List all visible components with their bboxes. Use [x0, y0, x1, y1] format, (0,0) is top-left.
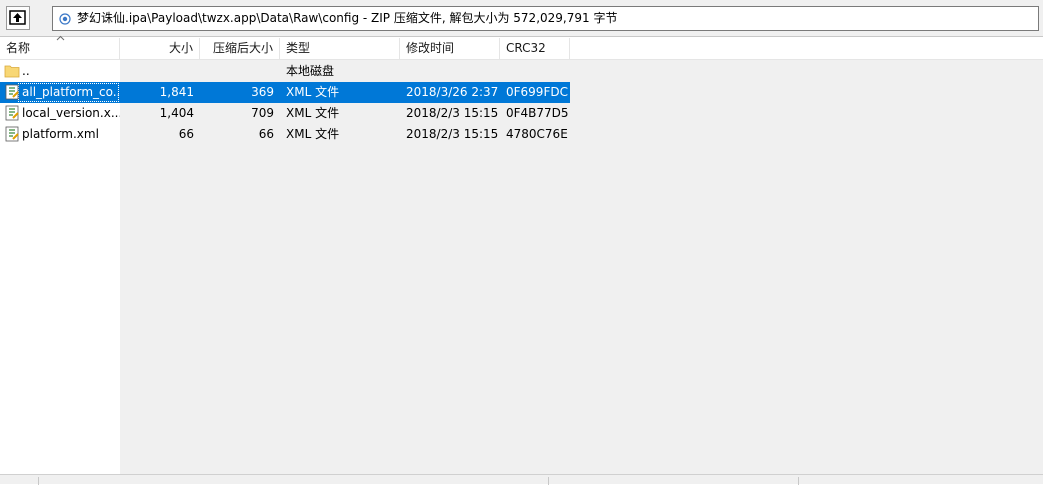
file-packed-size: 66 — [258, 127, 274, 141]
file-name: platform.xml — [22, 127, 99, 141]
list-item-selected[interactable]: all_platform_co... 1,841 369 XML 文件 2018… — [0, 82, 570, 103]
file-modified: 2018/3/26 2:37 — [406, 85, 499, 99]
file-size: 66 — [178, 127, 194, 141]
file-crc — [500, 61, 570, 82]
file-modified — [400, 61, 500, 82]
file-type: XML 文件 — [286, 106, 340, 120]
archive-path: 梦幻诛仙.ipa\Payload\twzx.app\Data\Raw\confi… — [77, 11, 618, 25]
file-crc: 4780C76E — [506, 127, 568, 141]
file-size: 1,841 — [159, 85, 194, 99]
column-packed-size[interactable]: 压缩后大小 — [200, 38, 280, 59]
file-type: XML 文件 — [286, 127, 340, 141]
file-packed-size: 709 — [251, 106, 274, 120]
up-folder-button[interactable] — [6, 6, 30, 30]
list-item[interactable]: platform.xml 66 66 XML 文件 2018/2/3 15:15… — [0, 124, 570, 145]
address-bar[interactable]: 梦幻诛仙.ipa\Payload\twzx.app\Data\Raw\confi… — [52, 6, 1039, 31]
file-name: local_version.x... — [22, 106, 120, 120]
file-size: 1,404 — [159, 106, 194, 120]
file-type: XML 文件 — [286, 85, 340, 99]
file-modified: 2018/2/3 15:15 — [406, 106, 499, 120]
file-type: 本地磁盘 — [286, 64, 335, 78]
column-header: 名称 大小 压缩后大小 类型 修改时间 CRC32 — [0, 35, 1043, 60]
file-name: all_platform_co... — [22, 85, 120, 99]
sort-up-icon — [56, 35, 65, 41]
file-size — [120, 61, 200, 82]
zip-archive-icon — [59, 13, 71, 25]
address-toolbar: 梦幻诛仙.ipa\Payload\twzx.app\Data\Raw\confi… — [0, 0, 1043, 37]
file-packed-size: 369 — [251, 85, 274, 99]
column-type[interactable]: 类型 — [280, 38, 400, 59]
column-modified[interactable]: 修改时间 — [400, 38, 500, 59]
status-bar — [0, 474, 1043, 485]
file-name: .. — [22, 64, 30, 78]
list-item-parent[interactable]: .. 本地磁盘 — [0, 61, 570, 82]
column-size[interactable]: 大小 — [120, 38, 200, 59]
file-crc: 0F4B77D5 — [506, 106, 569, 120]
file-crc: 0F699FDC — [506, 85, 568, 99]
column-crc32[interactable]: CRC32 — [500, 38, 570, 59]
file-packed-size — [200, 61, 280, 82]
column-name-label: 名称 — [6, 41, 31, 55]
up-folder-icon — [9, 10, 26, 25]
list-item[interactable]: local_version.x... 1,404 709 XML 文件 2018… — [0, 103, 570, 124]
file-modified: 2018/2/3 15:15 — [406, 127, 499, 141]
column-name[interactable]: 名称 — [0, 35, 120, 59]
